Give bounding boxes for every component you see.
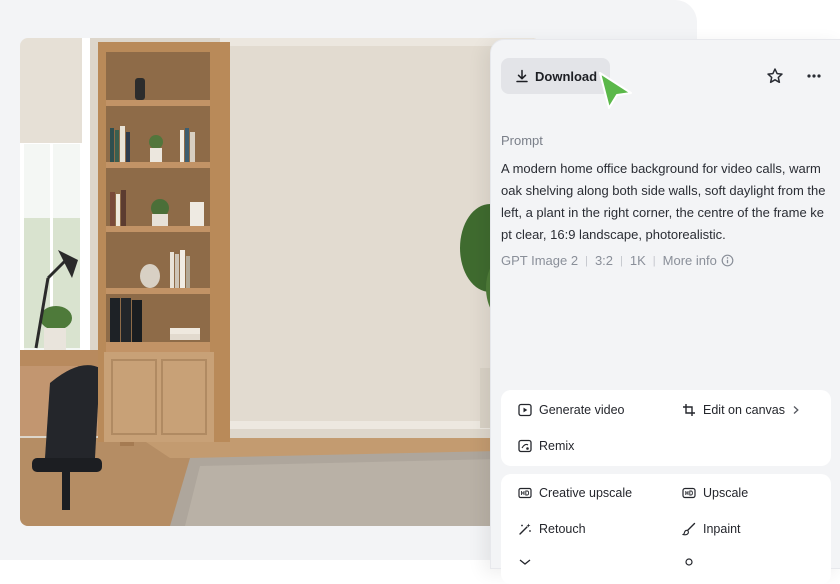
upscale-button[interactable]: Upscale [682,486,748,500]
meta-divider: | [585,254,588,267]
inpaint-label: Inpaint [703,522,741,536]
retouch-label: Retouch [539,522,586,536]
inpaint-button[interactable]: Inpaint [682,522,741,536]
hd-creative-icon [518,487,532,499]
mouse-cursor-icon [599,72,632,109]
more-info-link[interactable]: More info [663,253,734,268]
creative-upscale-label: Creative upscale [539,486,633,500]
partial-icon-left [519,559,531,565]
hd-icon [682,487,696,499]
retouch-button[interactable]: Retouch [518,522,586,536]
partial-icon-right [685,558,693,566]
play-icon [518,403,532,417]
prompt-label: Prompt [501,133,543,148]
actions-card-enhance: Creative upscale Upscale Retouch Inpaint [501,474,831,584]
model-name: GPT Image 2 [501,253,579,268]
favorite-button[interactable] [763,64,787,88]
remix-button[interactable]: Remix [518,439,574,453]
image-metadata: GPT Image 2 | 3:2 | 1K | More info [501,253,734,268]
image-details-panel: Download Prompt A modern home office bac… [490,39,840,584]
generate-video-label: Generate video [539,403,625,417]
download-label: Download [535,68,598,84]
more-icon [807,74,821,78]
creative-upscale-button[interactable]: Creative upscale [518,486,632,500]
more-info-label: More info [662,253,717,268]
star-icon [767,68,783,84]
more-options-button[interactable] [802,64,826,88]
edit-on-canvas-label: Edit on canvas [703,403,785,417]
generated-image[interactable] [20,38,540,526]
chevron-right-icon [793,406,799,414]
prompt-text: A modern home office background for vide… [501,161,826,242]
meta-divider: | [652,254,656,267]
remix-icon [518,439,532,453]
magic-wand-icon [519,523,531,535]
meta-divider: | [620,254,623,267]
resolution: 1K [629,253,646,268]
remix-label: Remix [539,439,575,453]
brush-icon [682,522,696,536]
aspect-ratio: 3:2 [594,253,614,268]
generate-video-button[interactable]: Generate video [518,403,624,417]
download-icon [516,69,528,83]
actions-card-primary: Generate video Edit on canvas Remix [501,390,831,466]
info-icon [721,254,734,267]
download-button[interactable]: Download [501,58,611,94]
edit-on-canvas-button[interactable]: Edit on canvas [682,403,800,417]
upscale-label: Upscale [703,486,749,500]
crop-icon [683,404,695,416]
